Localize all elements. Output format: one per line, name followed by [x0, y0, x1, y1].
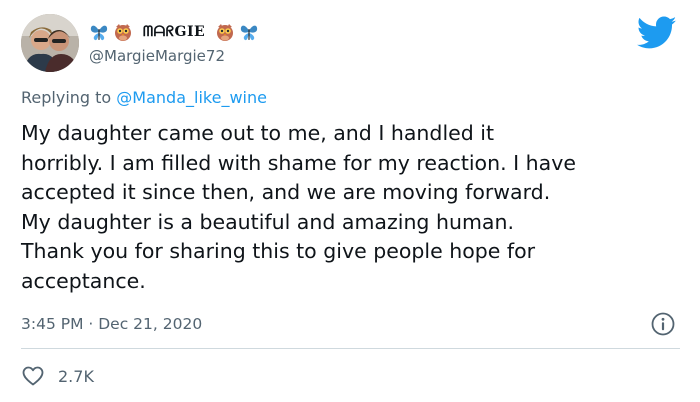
- avatar[interactable]: [21, 14, 79, 72]
- like-button[interactable]: 2.7K: [21, 363, 94, 389]
- display-name[interactable]: ᗰᗩᖇGIE: [143, 24, 205, 40]
- tweet-text: My daughter came out to me, and I handle…: [21, 121, 576, 293]
- divider: [21, 348, 680, 349]
- owl-icon: [113, 22, 133, 42]
- info-icon[interactable]: [650, 311, 676, 337]
- author-handle[interactable]: @MargieMargie72: [89, 47, 225, 65]
- like-count: 2.7K: [58, 366, 94, 386]
- twitter-bird-icon[interactable]: [636, 16, 677, 50]
- author-name-row[interactable]: ᗰᗩᖇGIE: [89, 19, 263, 45]
- replying-to: Replying to @Manda_like_wine: [21, 88, 267, 107]
- heart-icon: [22, 366, 44, 386]
- owl-icon: [215, 22, 235, 42]
- tweet-timestamp[interactable]: 3:45 PM · Dec 21, 2020: [21, 315, 202, 333]
- replying-to-label: Replying to: [21, 88, 112, 107]
- butterfly-icon: [239, 22, 259, 42]
- butterfly-icon: [89, 22, 109, 42]
- reply-mention-link[interactable]: @Manda_like_wine: [116, 88, 267, 107]
